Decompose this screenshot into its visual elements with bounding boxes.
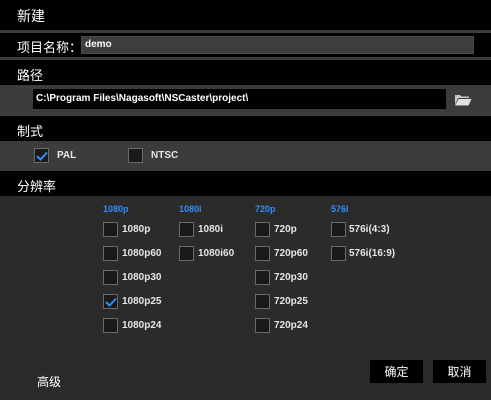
column-header-720p: 720p [255,204,276,214]
res-1080p-label: 1080p [122,224,151,235]
res-1080p24-checkbox[interactable] [103,318,118,333]
res-1080i60-checkbox[interactable] [179,246,194,261]
res-1080p60-label: 1080p60 [122,248,162,259]
res-1080p25-label: 1080p25 [122,296,162,307]
ntsc-checkbox[interactable] [128,148,143,163]
pal-label: PAL [57,150,77,161]
advanced-link[interactable]: 高级 [37,373,61,390]
cancel-button[interactable]: 取消 [432,359,487,384]
folder-icon [455,94,472,105]
res-576i-16-9-checkbox[interactable] [331,246,346,261]
res-1080p24-label: 1080p24 [122,320,162,331]
path-row: C:\Program Files\Nagasoft\NSCaster\proje… [0,85,491,114]
res-576i-16-9-label: 576i(16:9) [349,248,396,259]
res-720p25-label: 720p25 [274,296,308,307]
res-720p30-checkbox[interactable] [255,270,270,285]
path-input[interactable]: C:\Program Files\Nagasoft\NSCaster\proje… [33,89,446,109]
res-720p30-label: 720p30 [274,272,308,283]
res-720p24-checkbox[interactable] [255,318,270,333]
browse-folder-button[interactable] [452,89,474,109]
dialog-title-bar: 新建 [0,0,491,30]
project-name-row: 项目名称： demo [0,33,491,57]
format-section-header: 制式 [0,116,491,141]
res-720p60-checkbox[interactable] [255,246,270,261]
column-header-576i: 576i [331,204,349,214]
res-720p24-label: 720p24 [274,320,308,331]
project-name-input[interactable]: demo [81,36,474,54]
path-section-label: 路径 [17,68,44,83]
resolution-section-label: 分辨率 [17,179,57,194]
res-1080i-checkbox[interactable] [179,222,194,237]
checkmark-icon [104,297,117,307]
ntsc-label: NTSC [151,150,179,161]
res-576i-4-3-label: 576i(4:3) [349,224,390,235]
res-1080i-label: 1080i [198,224,224,235]
checkmark-icon [35,151,48,161]
res-1080p60-checkbox[interactable] [103,246,118,261]
column-header-1080p: 1080p [103,204,129,214]
project-name-label: 项目名称： [17,40,83,55]
path-section-header: 路径 [0,60,491,85]
res-1080p-checkbox[interactable] [103,222,118,237]
res-1080p30-checkbox[interactable] [103,270,118,285]
res-720p25-checkbox[interactable] [255,294,270,309]
dialog-title: 新建 [17,8,45,24]
res-1080i60-label: 1080i60 [198,248,235,259]
pal-checkbox[interactable] [34,148,49,163]
res-720p-label: 720p [274,224,297,235]
column-header-1080i: 1080i [179,204,202,214]
res-720p-checkbox[interactable] [255,222,270,237]
resolution-panel: 1080p 1080i 720p 576i 1080p 1080p60 1080… [0,196,491,400]
format-section-label: 制式 [17,124,44,139]
format-row: PAL NTSC [0,142,491,170]
res-1080p25-checkbox[interactable] [103,294,118,309]
resolution-section-header: 分辨率 [0,171,491,196]
res-720p60-label: 720p60 [274,248,308,259]
res-576i-4-3-checkbox[interactable] [331,222,346,237]
res-1080p30-label: 1080p30 [122,272,162,283]
ok-button[interactable]: 确定 [369,359,424,384]
